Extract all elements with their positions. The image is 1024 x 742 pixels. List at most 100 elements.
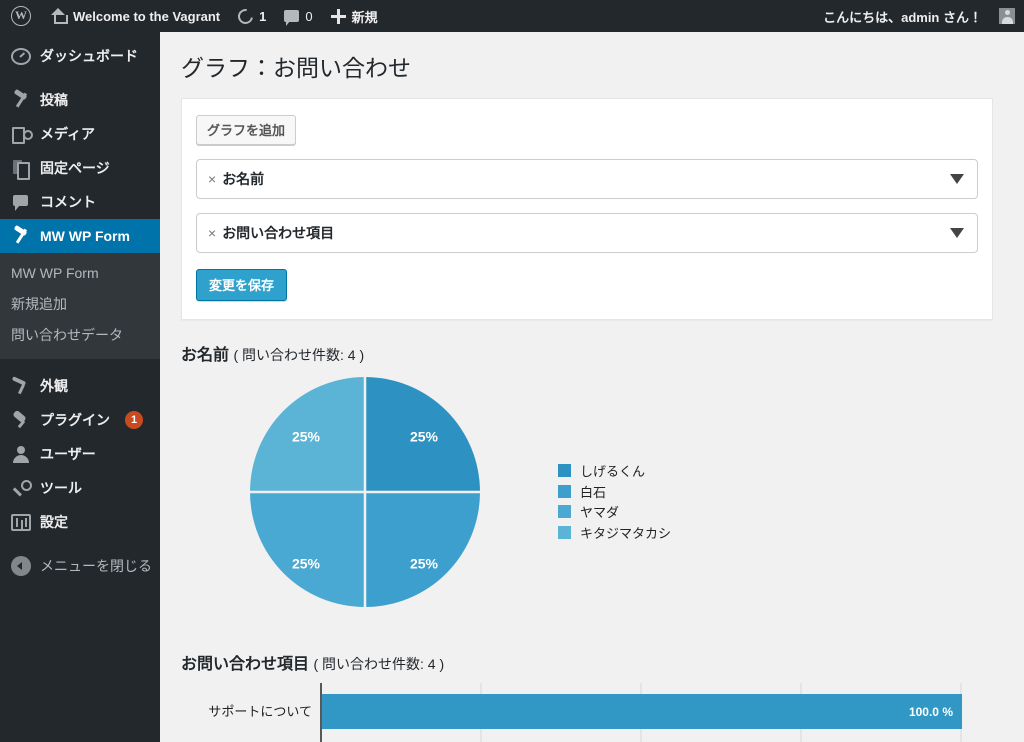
site-name-button[interactable]: Welcome to the Vagrant <box>41 0 229 32</box>
bar-value-label: 100.0 % <box>909 705 953 719</box>
pin-icon <box>11 90 31 110</box>
selected-token-2: × お問い合わせ項目 <box>197 223 334 243</box>
submenu-mw-wp-form: MW WP Form 新規追加 問い合わせデータ <box>0 253 160 359</box>
sidebar-item-pages[interactable]: 固定ページ <box>0 151 160 185</box>
submenu-item-contact-data[interactable]: 問い合わせデータ <box>0 320 160 351</box>
legend-item[interactable]: ヤマダ <box>558 502 671 523</box>
pie-slice[interactable] <box>250 491 365 607</box>
dashboard-icon <box>11 48 31 65</box>
legend-swatch <box>558 525 571 539</box>
wp-logo-button[interactable] <box>0 0 41 32</box>
graph-field-select-2[interactable]: × お問い合わせ項目 <box>196 212 978 253</box>
pie-slice-label: 25% <box>292 555 321 571</box>
sidebar-item-media[interactable]: メディア <box>0 117 160 151</box>
updates-count: 1 <box>259 8 267 24</box>
avatar <box>999 8 1015 24</box>
admin-sidebar: ダッシュボード 投稿 メディア 固定ページ コメント MW WP Form MW… <box>0 32 160 742</box>
bar-chart-svg: サポートについて 100.0 % 商品について 25.0 % <box>208 683 962 742</box>
legend-swatch <box>558 505 571 519</box>
pages-icon <box>11 158 31 180</box>
chevron-down-icon[interactable] <box>950 173 964 184</box>
token-label: お名前 <box>222 170 265 187</box>
new-content-label: 新規 <box>351 9 378 25</box>
sidebar-item-posts[interactable]: 投稿 <box>0 83 160 117</box>
pie-chart-title: お名前 <box>181 346 230 364</box>
sidebar-item-label: メディア <box>40 126 96 142</box>
bar-chart-title: お問い合わせ項目 <box>181 655 310 673</box>
comment-bubble-icon <box>284 10 300 26</box>
save-changes-button[interactable]: 変更を保存 <box>196 268 288 301</box>
settings-icon <box>11 513 31 531</box>
legend-item[interactable]: 白石 <box>558 481 671 502</box>
add-graph-button[interactable]: グラフを追加 <box>196 114 297 145</box>
menu-separator <box>0 539 160 549</box>
sidebar-item-label: コメント <box>40 194 96 210</box>
legend-label: キタジマタカシ <box>580 525 672 541</box>
wordpress-logo-icon <box>11 6 31 26</box>
sidebar-item-dashboard[interactable]: ダッシュボード <box>0 39 160 73</box>
plugins-update-badge: 1 <box>125 410 143 429</box>
selected-token-1: × お名前 <box>197 169 264 189</box>
new-content-button[interactable]: 新規 <box>322 0 387 32</box>
pie-slice-label: 25% <box>410 428 439 444</box>
pie-chart: 25% 25% 25% 25% <box>248 375 482 609</box>
menu-separator <box>0 359 160 369</box>
submenu-item-mw-wp-form[interactable]: MW WP Form <box>0 258 160 289</box>
bar-category-label: サポートについて <box>208 704 312 719</box>
sidebar-item-users[interactable]: ユーザー <box>0 437 160 471</box>
comment-icon <box>11 192 31 212</box>
sidebar-item-appearance[interactable]: 外観 <box>0 369 160 403</box>
graph-field-select-1[interactable]: × お名前 <box>196 158 978 199</box>
comments-button[interactable]: 0 <box>275 0 321 32</box>
sidebar-item-label: 設定 <box>40 513 68 530</box>
home-icon <box>50 8 68 24</box>
updates-button[interactable]: 1 <box>229 0 275 32</box>
sidebar-item-mw-wp-form[interactable]: MW WP Form <box>0 219 160 253</box>
legend-label: ヤマダ <box>580 505 620 521</box>
comments-count: 0 <box>305 8 313 24</box>
collapse-menu-button[interactable]: メニューを閉じる <box>0 549 160 583</box>
tools-icon <box>11 478 32 498</box>
graph-settings-panel: グラフを追加 × お名前 × お問い合わせ項目 変更を保存 <box>181 97 993 320</box>
sidebar-item-plugins[interactable]: プラグイン 1 <box>0 403 160 437</box>
token-label: お問い合わせ項目 <box>222 224 335 241</box>
sidebar-item-label: 外観 <box>40 377 68 394</box>
sidebar-item-label: ツール <box>40 479 82 496</box>
legend-item[interactable]: キタジマタカシ <box>558 522 671 543</box>
pie-chart-subtitle: ( 問い合わせ件数: 4 ) <box>233 346 365 363</box>
submenu-item-add-new[interactable]: 新規追加 <box>0 289 160 320</box>
bar-chart-area: サポートについて 100.0 % 商品について 25.0 % <box>160 683 1024 742</box>
collapse-icon <box>11 555 31 576</box>
plus-icon <box>330 8 346 24</box>
sidebar-item-label: MW WP Form <box>40 228 130 244</box>
media-icon <box>11 124 33 144</box>
bar[interactable] <box>322 694 962 730</box>
pie-chart-legend: しげるくん 白石 ヤマダ キタジマタカシ <box>558 461 671 543</box>
sidebar-item-settings[interactable]: 設定 <box>0 505 160 539</box>
remove-token-icon[interactable]: × <box>208 171 216 187</box>
admin-bar: Welcome to the Vagrant 1 0 新規 こんにちは、admi… <box>0 0 1024 32</box>
sidebar-item-label: ダッシュボード <box>40 48 138 64</box>
remove-token-icon[interactable]: × <box>208 225 216 241</box>
pie-slice[interactable] <box>365 491 480 607</box>
sidebar-item-comments[interactable]: コメント <box>0 185 160 219</box>
pin-icon <box>11 226 31 246</box>
plugin-icon <box>11 410 31 430</box>
menu-separator <box>0 73 160 83</box>
pie-chart-svg: 25% 25% 25% 25% <box>250 376 480 607</box>
site-name-label: Welcome to the Vagrant <box>73 8 221 24</box>
legend-item[interactable]: しげるくん <box>558 461 671 482</box>
collapse-menu-label: メニューを閉じる <box>40 557 152 574</box>
chevron-down-icon[interactable] <box>950 227 964 238</box>
sidebar-item-label: ユーザー <box>40 445 96 462</box>
pie-chart-heading: お名前 ( 問い合わせ件数: 4 ) <box>181 346 1024 367</box>
legend-label: 白石 <box>580 484 607 500</box>
bar-chart-heading: お問い合わせ項目 ( 問い合わせ件数: 4 ) <box>181 655 1024 676</box>
appearance-icon <box>11 376 31 396</box>
sidebar-item-tools[interactable]: ツール <box>0 471 160 505</box>
bar-chart-subtitle: ( 問い合わせ件数: 4 ) <box>313 655 445 672</box>
page-title: グラフ：お問い合わせ <box>181 55 411 81</box>
my-account-button[interactable]: こんにちは、admin さん！ <box>814 0 1024 32</box>
user-icon <box>11 444 31 464</box>
sidebar-item-label: 投稿 <box>40 92 68 108</box>
